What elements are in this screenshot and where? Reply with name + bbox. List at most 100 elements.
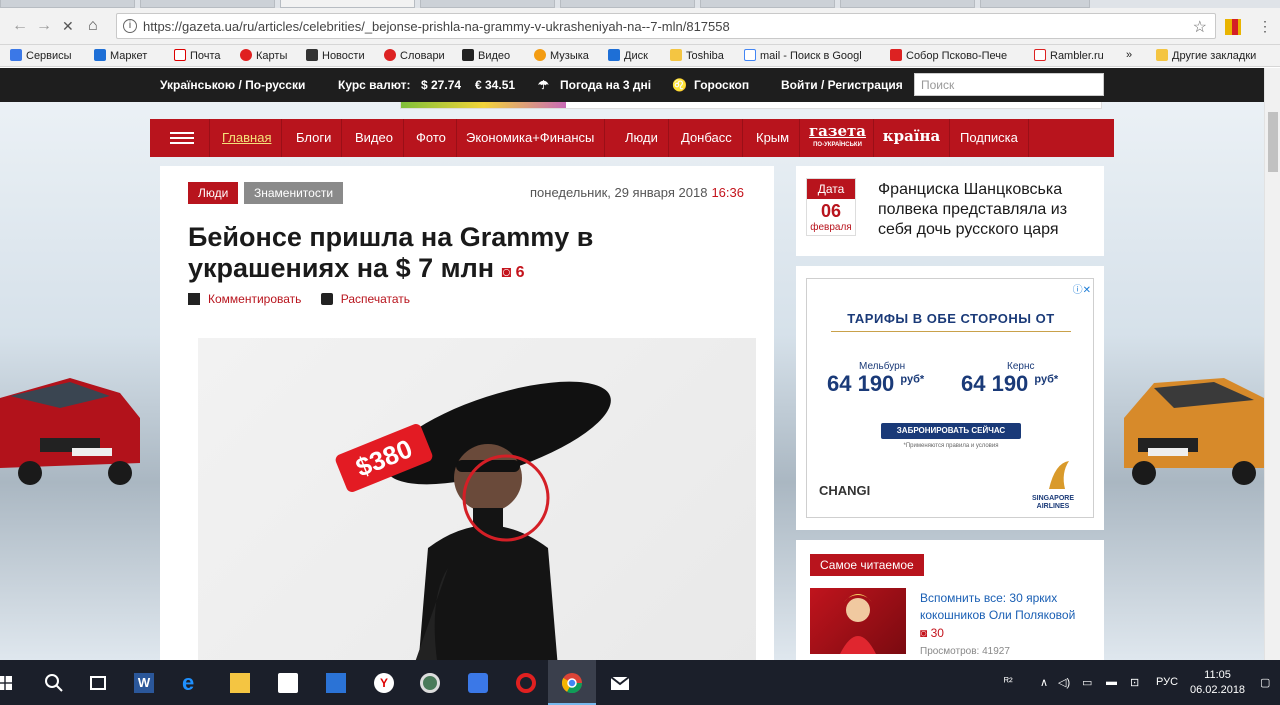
search-icon[interactable] — [44, 673, 64, 693]
nav-item-people[interactable]: Люди — [615, 119, 669, 157]
nav-item-subscribe[interactable]: Подписка — [950, 119, 1029, 157]
star-icon[interactable]: ☆ — [1193, 17, 1207, 37]
ad-close-icon[interactable]: ⓘ✕ — [1073, 281, 1091, 296]
back-icon[interactable]: ← — [12, 18, 28, 34]
history-text[interactable]: Франциска Шанцковська полвека представля… — [878, 180, 1094, 240]
tag-celebrities[interactable]: Знаменитости — [244, 182, 344, 204]
bookmark-toshiba[interactable]: Toshiba — [670, 49, 724, 62]
print-icon — [320, 293, 333, 305]
car-ad-right[interactable] — [1114, 338, 1264, 488]
bookmark-other[interactable]: Другие закладки — [1156, 49, 1256, 62]
url-text[interactable]: https://gazeta.ua/ru/articles/celebritie… — [143, 19, 730, 34]
browser-tab[interactable] — [140, 0, 275, 8]
bookmark-news[interactable]: Новости — [306, 49, 365, 62]
nav-item-blogs[interactable]: Блоги — [286, 119, 343, 157]
start-icon[interactable] — [0, 673, 12, 693]
task-view-icon[interactable] — [88, 673, 108, 693]
bookmark-google[interactable]: mail - Поиск в Googl — [744, 49, 862, 62]
notifications-icon[interactable]: ▢ — [1260, 676, 1270, 689]
volume-icon[interactable]: ◁) — [1058, 676, 1070, 689]
weather-link[interactable]: Погода на 3 дні — [560, 78, 651, 92]
browser-tab[interactable] — [700, 0, 835, 8]
changi-logo: CHANGI — [819, 483, 871, 498]
clock[interactable]: 11:05 06.02.2018 — [1190, 668, 1245, 698]
info-icon[interactable]: i — [123, 19, 137, 33]
browser-tab[interactable] — [420, 0, 555, 8]
browser-tab[interactable] — [840, 0, 975, 8]
tray-chevron-icon[interactable]: ∧ — [1040, 676, 1048, 689]
bookmark-rambler[interactable]: Rambler.ru — [1034, 49, 1104, 62]
mail-icon[interactable] — [468, 673, 488, 693]
kraina-logo[interactable]: країна — [874, 119, 950, 157]
edge-icon[interactable]: e — [182, 672, 202, 694]
bookmark-maps[interactable]: Карты — [240, 49, 287, 62]
home-icon[interactable]: ⌂ — [88, 18, 98, 34]
rates-label: Курс валют: — [338, 78, 411, 92]
opera-icon[interactable] — [516, 673, 536, 693]
hamburger-menu-icon[interactable] — [160, 119, 210, 157]
nav-item-economy[interactable]: Экономика+Финансы — [456, 119, 606, 157]
address-bar[interactable]: i https://gazeta.ua/ru/articles/celebrit… — [116, 13, 1216, 39]
network-icon[interactable]: ⊡ — [1130, 676, 1139, 689]
browser-tab-active[interactable] — [280, 0, 415, 8]
app-icon[interactable] — [420, 673, 440, 693]
photo-count[interactable]: ◙ 6 — [502, 264, 525, 281]
tab-strip — [0, 0, 1280, 8]
ad-card: ⓘ✕ ТАРИФЫ В ОБЕ СТОРОНЫ ОТ Мельбурн 64 1… — [796, 266, 1104, 530]
page-scrollbar[interactable] — [1264, 68, 1280, 660]
language-indicator[interactable]: РУС — [1156, 676, 1178, 688]
browser-tab[interactable] — [0, 0, 135, 8]
history-card[interactable]: Дата 06 февраля Франциска Шанцковська по… — [796, 166, 1104, 256]
bookmark-mail[interactable]: Почта — [174, 49, 221, 62]
word-icon[interactable]: W — [134, 673, 154, 693]
bookmark-cathedral[interactable]: Собор Псково-Пече — [890, 49, 1007, 62]
ad-price-2: 64 190 руб* — [961, 371, 1059, 396]
bookmarks-overflow[interactable]: » — [1126, 49, 1132, 61]
bookmark-music[interactable]: Музыка — [534, 49, 589, 62]
keyboard-icon[interactable]: ▬ — [1106, 676, 1117, 688]
bookmark-services[interactable]: Сервисы — [10, 49, 72, 62]
chrome-icon[interactable] — [562, 673, 582, 693]
article-photo[interactable]: $380 — [198, 338, 756, 660]
nav-item-crimea[interactable]: Крым — [746, 119, 801, 157]
stop-icon[interactable]: ✕ — [62, 18, 74, 34]
print-link[interactable]: Распечатать — [320, 292, 410, 306]
bookmark-dictionaries[interactable]: Словари — [384, 49, 445, 62]
bookmark-video[interactable]: Видео — [462, 49, 510, 62]
store-icon[interactable] — [278, 673, 298, 693]
browser-tab[interactable] — [980, 0, 1090, 8]
nav-item-photo[interactable]: Фото — [406, 119, 457, 157]
usd-rate: $ 27.74 — [421, 78, 462, 92]
nav-item-donbass[interactable]: Донбасс — [671, 119, 743, 157]
search-input[interactable]: Поиск — [914, 73, 1104, 96]
login-link[interactable]: Войти / Регистрация — [781, 78, 903, 92]
scroll-thumb[interactable] — [1268, 112, 1278, 172]
battery-icon[interactable]: ▭ — [1082, 676, 1092, 689]
browser-toolbar: ← → ✕ ⌂ i https://gazeta.ua/ru/articles/… — [0, 8, 1280, 45]
envelope-icon[interactable] — [610, 673, 630, 693]
most-read-title[interactable]: Вспомнить все: 30 ярких кокошников Оли П… — [920, 590, 1096, 624]
ad-headline: ТАРИФЫ В ОБЕ СТОРОНЫ ОТ — [847, 311, 1055, 326]
horoscope-link[interactable]: Гороскоп — [694, 78, 749, 92]
file-explorer-icon[interactable] — [230, 673, 250, 693]
ad-book-button[interactable]: ЗАБРОНИРОВАТЬ СЕЙЧАС — [881, 423, 1021, 439]
most-read-thumbnail[interactable] — [810, 588, 906, 654]
top-ad-banner[interactable] — [400, 102, 1102, 109]
bookmark-market[interactable]: Маркет — [94, 49, 147, 62]
nav-item-video[interactable]: Видео — [345, 119, 404, 157]
gazeta-logo[interactable]: газета ПО-УКРАЇНСЬКИ — [802, 119, 874, 157]
comment-link[interactable]: Комментировать — [188, 292, 301, 306]
media-icon[interactable] — [326, 673, 346, 693]
language-switch[interactable]: Українською / По-русски — [160, 78, 305, 92]
car-ad-left[interactable] — [0, 338, 150, 488]
tag-people[interactable]: Люди — [188, 182, 239, 204]
flight-ad[interactable]: ⓘ✕ ТАРИФЫ В ОБЕ СТОРОНЫ ОТ Мельбурн 64 1… — [806, 278, 1094, 518]
browser-tab[interactable] — [560, 0, 695, 8]
nav-item-home[interactable]: Главная — [212, 119, 283, 157]
yandex-browser-icon[interactable]: Y — [374, 673, 394, 693]
forward-icon[interactable]: → — [36, 18, 52, 34]
extension-icon-flag — [1232, 19, 1238, 35]
menu-icon[interactable]: ⋮ — [1258, 18, 1272, 34]
bookmark-disk[interactable]: Диск — [608, 49, 648, 62]
user-icon[interactable]: ᴿ² — [1004, 676, 1013, 688]
